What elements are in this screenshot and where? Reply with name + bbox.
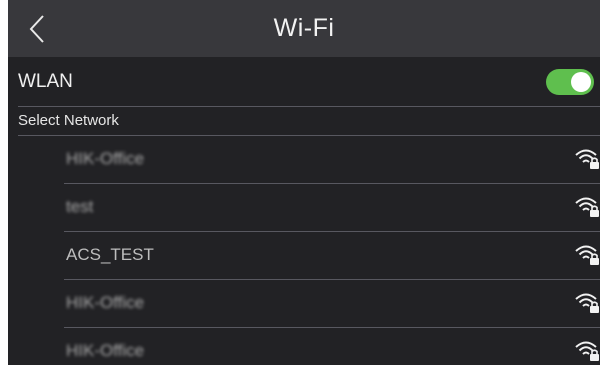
chevron-left-icon: [29, 15, 44, 43]
network-list-item[interactable]: ACS_TEST: [8, 232, 600, 280]
network-list: HIK-Office test ACS_TEST HIK-Office HIK-Offi…: [8, 136, 600, 365]
network-name: ACS_TEST: [66, 245, 154, 264]
wlan-label: WLAN: [18, 71, 73, 92]
wifi-locked-icon: [574, 339, 600, 363]
network-name: HIK-Office: [66, 149, 145, 168]
network-list-item[interactable]: HIK-Office: [8, 328, 600, 365]
wifi-locked-icon: [574, 243, 600, 267]
network-name: HIK-Office: [66, 293, 145, 312]
network-list-item[interactable]: HIK-Office: [8, 280, 600, 328]
network-name: HIK-Office: [66, 341, 145, 360]
network-list-item[interactable]: HIK-Office: [8, 136, 600, 184]
back-button[interactable]: [26, 14, 50, 44]
network-name: test: [66, 197, 94, 216]
network-list-item[interactable]: test: [8, 184, 600, 232]
header-bar: Wi-Fi: [8, 0, 600, 57]
select-network-label: Select Network: [18, 112, 119, 129]
wlan-toggle[interactable]: [546, 69, 594, 95]
toggle-knob: [571, 72, 591, 92]
page-title: Wi-Fi: [273, 14, 335, 42]
wifi-locked-icon: [574, 195, 600, 219]
wifi-locked-icon: [574, 291, 600, 315]
wifi-settings-screen: Wi-Fi WLAN Select Network HIK-Office test…: [8, 0, 600, 365]
wifi-locked-icon: [574, 147, 600, 171]
wlan-row: WLAN: [8, 57, 600, 106]
